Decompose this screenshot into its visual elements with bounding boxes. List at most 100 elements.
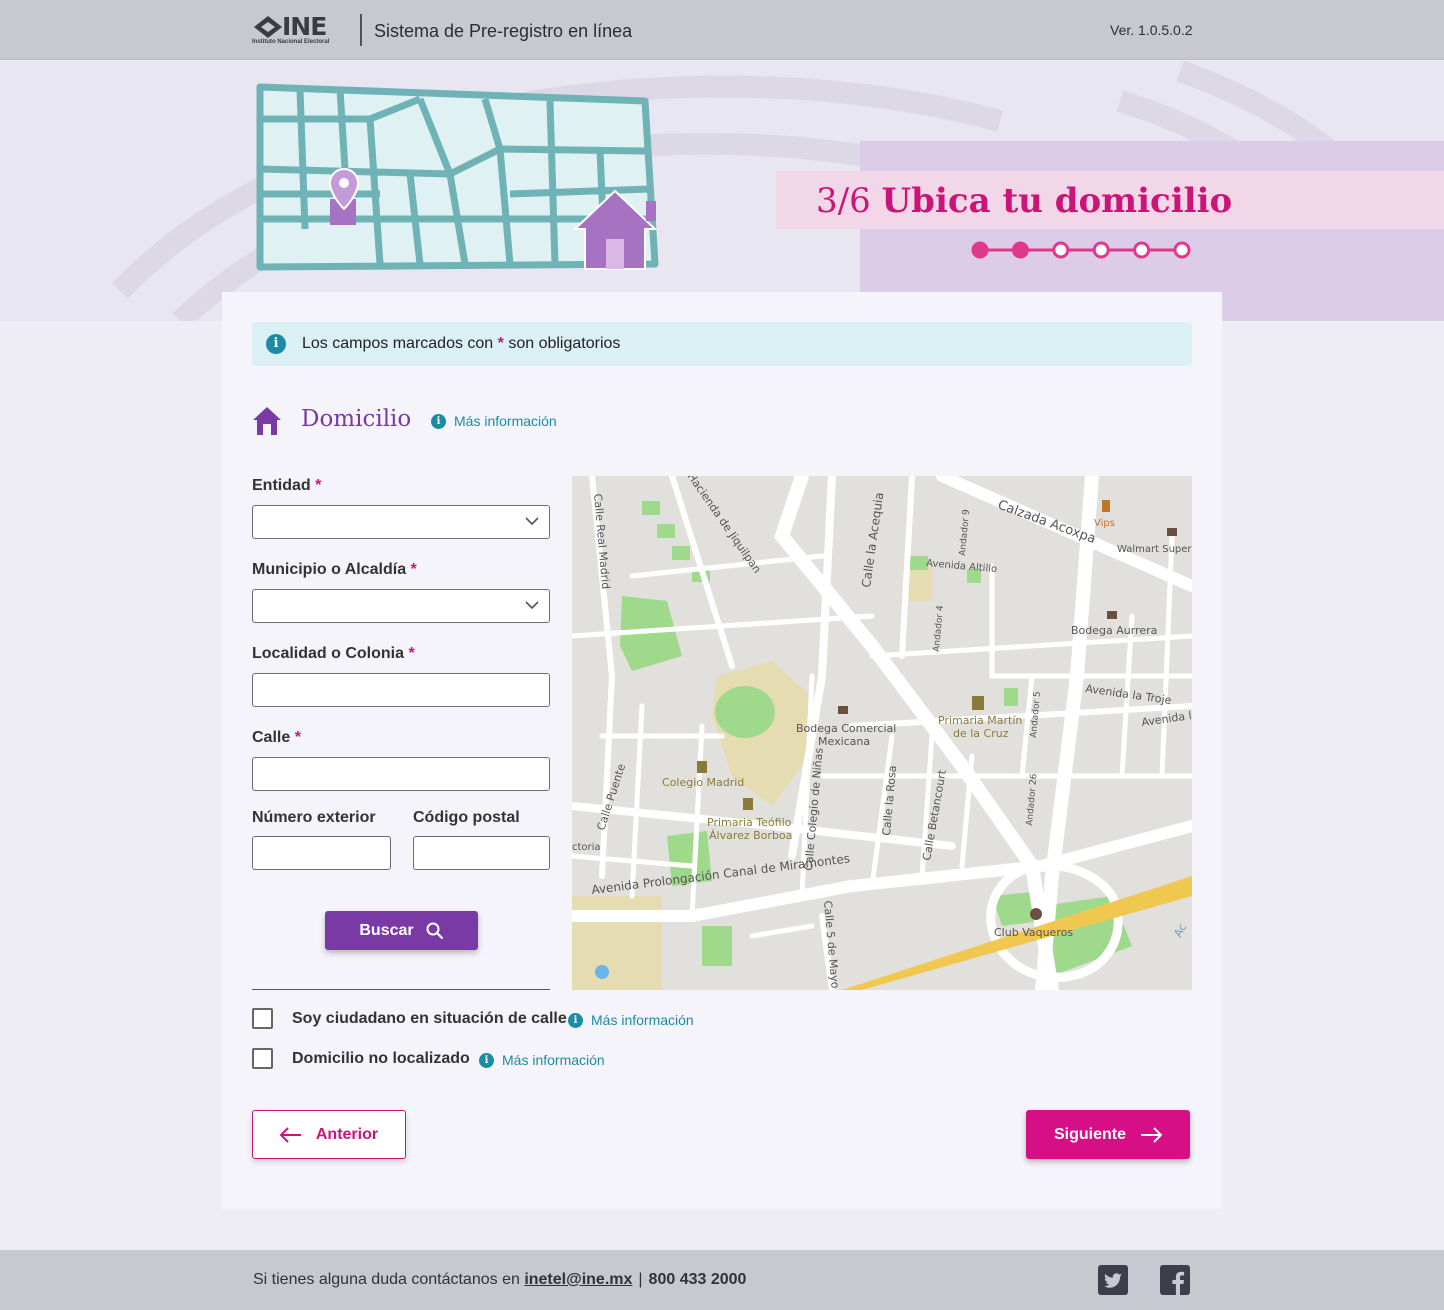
form-card: i Los campos marcados con * son obligato… xyxy=(222,292,1222,1209)
required-mark: * xyxy=(294,729,301,746)
numero-exterior-field[interactable] xyxy=(252,836,391,870)
entidad-input[interactable] xyxy=(253,506,549,538)
step-progress xyxy=(971,241,1191,259)
progress-step-2 xyxy=(1011,241,1029,259)
step-number: 3/6 xyxy=(816,181,871,221)
municipio-select[interactable] xyxy=(252,589,550,623)
codigo-postal-label: Código postal xyxy=(413,809,520,826)
header-divider xyxy=(360,14,362,46)
situacion-calle-option[interactable]: Soy ciudadano en situación de calle xyxy=(252,1008,567,1029)
next-button[interactable]: Siguiente xyxy=(1026,1110,1190,1159)
localidad-label-text: Localidad o Colonia xyxy=(252,645,405,662)
facebook-glyph xyxy=(1172,1271,1185,1295)
required-notice: i Los campos marcados con * son obligato… xyxy=(252,322,1192,366)
top-bar: INE Instituto Nacional Electoral Sistema… xyxy=(0,0,1444,60)
progress-step-6 xyxy=(1173,241,1191,259)
codigo-postal-field[interactable] xyxy=(413,836,550,870)
twitter-icon[interactable] xyxy=(1098,1265,1128,1295)
no-localizado-checkbox[interactable] xyxy=(252,1048,273,1069)
next-button-label: Siguiente xyxy=(1053,1125,1126,1143)
required-mark: * xyxy=(410,561,417,578)
logo-subtitle: Instituto Nacional Electoral xyxy=(252,39,330,45)
progress-step-4 xyxy=(1092,241,1110,259)
previous-button-label: Anterior xyxy=(315,1125,379,1143)
home-icon xyxy=(253,407,281,435)
app-title: Sistema de Pre-registro en línea xyxy=(374,21,633,41)
footer: Si tienes alguna duda contáctanos en ine… xyxy=(0,1250,1444,1310)
twitter-glyph xyxy=(1103,1273,1122,1288)
info-icon: i xyxy=(479,1052,494,1068)
map-location-marker xyxy=(595,965,609,979)
more-info-link[interactable]: i Más información xyxy=(431,413,557,429)
required-mark: * xyxy=(315,477,322,494)
localidad-label: Localidad o Colonia * xyxy=(252,645,415,663)
footer-text: Si tienes alguna duda contáctanos en xyxy=(253,1271,525,1288)
map-label-bodega-aurrera: Bodega Aurrera xyxy=(1071,624,1157,637)
facebook-icon[interactable] xyxy=(1160,1265,1190,1295)
section-title: Domicilio xyxy=(301,406,412,432)
notice-text: Los campos marcados con * son obligatori… xyxy=(302,335,620,353)
previous-button[interactable]: Anterior xyxy=(252,1110,406,1159)
chevron-down-icon xyxy=(525,601,539,610)
numero-exterior-label: Número exterior xyxy=(252,809,376,826)
progress-step-1 xyxy=(971,241,989,259)
location-map[interactable]: Calzada Acoxpa Vips Walmart Super Bodega… xyxy=(572,476,1192,990)
notice-text-before: Los campos marcados con xyxy=(302,335,498,352)
localidad-input[interactable] xyxy=(253,674,549,706)
notice-text-after: son obligatorios xyxy=(503,335,621,352)
municipio-label: Municipio o Alcaldía * xyxy=(252,561,417,579)
situacion-calle-checkbox[interactable] xyxy=(252,1008,273,1029)
map-label-bodega-comercial: Bodega Comercial xyxy=(796,722,896,735)
municipio-label-text: Municipio o Alcaldía xyxy=(252,561,407,578)
footer-phone: 800 433 2000 xyxy=(648,1271,747,1288)
localidad-field[interactable] xyxy=(252,673,550,707)
form-divider xyxy=(252,989,550,990)
hero-banner: 3/6 Ubica tu domicilio xyxy=(0,61,1444,321)
municipio-input[interactable] xyxy=(253,590,549,622)
calle-input[interactable] xyxy=(253,758,549,790)
map-label-mexicana: Mexicana xyxy=(818,735,870,748)
progress-step-5 xyxy=(1133,241,1151,259)
situacion-calle-more-info[interactable]: i Más información xyxy=(568,1012,694,1028)
more-info-label: Más información xyxy=(502,1052,605,1068)
map-label-club-vaqueros: Club Vaqueros xyxy=(994,926,1073,939)
map-label-ctoria: ctoria xyxy=(572,842,601,853)
more-info-label: Más información xyxy=(454,413,557,429)
search-button[interactable]: Buscar xyxy=(325,911,478,950)
ine-logo[interactable]: INE Instituto Nacional Electoral xyxy=(252,12,352,48)
numero-exterior-input[interactable] xyxy=(253,837,390,869)
entidad-label: Entidad * xyxy=(252,477,321,495)
calle-label-text: Calle xyxy=(252,729,291,746)
version-label: Ver. 1.0.5.0.2 xyxy=(1110,22,1193,38)
logo-text: INE xyxy=(282,12,327,41)
step-label: Ubica tu domicilio xyxy=(881,181,1233,221)
map-label-colegio-madrid: Colegio Madrid xyxy=(662,776,744,789)
info-icon: i xyxy=(266,334,286,354)
calle-label: Calle * xyxy=(252,729,301,747)
info-icon: i xyxy=(431,413,446,429)
map-label-primaria-teofilo: Primaria Teófilo xyxy=(707,816,792,829)
no-localizado-label: Domicilio no localizado xyxy=(292,1049,470,1067)
footer-email-link[interactable]: inetel@ine.mx xyxy=(524,1271,632,1288)
map-label-vips: Vips xyxy=(1094,518,1115,529)
map-label-primaria-martin: Primaria Martín xyxy=(938,714,1022,727)
map-label-walmart: Walmart Super xyxy=(1117,544,1192,555)
entidad-label-text: Entidad xyxy=(252,477,311,494)
no-localizado-more-info[interactable]: i Más información xyxy=(479,1052,605,1068)
ine-logo-mark xyxy=(254,16,282,38)
progress-step-3 xyxy=(1052,241,1070,259)
map-label-de-la-cruz: de la Cruz xyxy=(953,727,1009,740)
codigo-postal-input[interactable] xyxy=(414,837,549,869)
arrow-right-icon xyxy=(1141,1126,1162,1143)
no-localizado-option[interactable]: Domicilio no localizado xyxy=(252,1048,470,1069)
footer-contact: Si tienes alguna duda contáctanos en ine… xyxy=(253,1271,746,1289)
map-label-alvarez-borboa: Álvarez Borboa xyxy=(709,829,792,842)
situacion-calle-label: Soy ciudadano en situación de calle xyxy=(292,1009,567,1027)
entidad-select[interactable] xyxy=(252,505,550,539)
map-canvas[interactable]: Calzada Acoxpa Vips Walmart Super Bodega… xyxy=(572,476,1192,990)
info-icon: i xyxy=(568,1012,583,1028)
step-title: 3/6 Ubica tu domicilio xyxy=(816,181,1232,221)
footer-separator: | xyxy=(638,1271,643,1288)
required-mark: * xyxy=(408,645,415,662)
calle-field[interactable] xyxy=(252,757,550,791)
